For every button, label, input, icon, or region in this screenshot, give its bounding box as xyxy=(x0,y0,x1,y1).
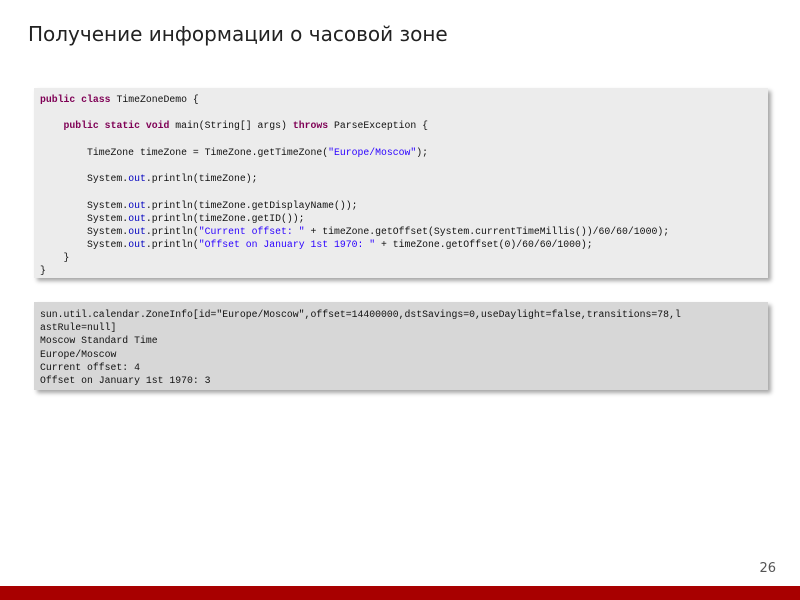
code-field: out xyxy=(128,239,146,251)
code-token: .println( xyxy=(145,225,199,237)
code-field: out xyxy=(128,212,146,224)
code-token: System. xyxy=(40,225,129,237)
slide-title: Получение информации о часовой зоне xyxy=(28,22,448,46)
console-output-line: sun.util.calendar.ZoneInfo[id="Europe/Mo… xyxy=(40,309,681,320)
code-token: System. xyxy=(40,212,129,224)
code-line: public static void main(String[] args) t… xyxy=(40,119,669,132)
code-keyword: throws xyxy=(292,120,329,132)
code-token: .println(timeZone.getID()); xyxy=(145,212,305,224)
console-output-line: Offset on January 1st 1970: 3 xyxy=(40,374,211,386)
code-line: System.out.println("Current offset: " + … xyxy=(40,225,669,238)
console-output-block: sun.util.calendar.ZoneInfo[id="Europe/Mo… xyxy=(34,302,768,390)
console-output-line: astRule=null] xyxy=(40,322,117,334)
footer-bar xyxy=(0,586,800,600)
code-line: } xyxy=(40,251,669,264)
code-line: TimeZone timeZone = TimeZone.getTimeZone… xyxy=(40,146,669,159)
code-token: } xyxy=(40,252,70,264)
console-output-line: Current offset: 4 xyxy=(40,361,140,373)
code-token: .println(timeZone); xyxy=(145,173,258,185)
console-output-lines: sun.util.calendar.ZoneInfo[id="Europe/Mo… xyxy=(40,308,681,387)
code-keyword: public class xyxy=(40,94,111,105)
code-token: ParseException { xyxy=(328,120,429,132)
code-token: .println( xyxy=(145,239,199,251)
code-line: System.out.println("Offset on January 1s… xyxy=(40,238,669,251)
code-field: out xyxy=(128,173,146,185)
code-field: out xyxy=(128,225,146,237)
page-number: 26 xyxy=(759,561,776,576)
console-output-line: Moscow Standard Time xyxy=(40,335,158,347)
code-token: System. xyxy=(40,173,129,185)
code-token: } xyxy=(40,265,46,277)
code-line: System.out.println(timeZone.getID()); xyxy=(40,212,669,225)
code-token: System. xyxy=(40,239,129,251)
code-keyword: public static void xyxy=(63,120,170,132)
code-token: ); xyxy=(416,146,429,158)
code-string: "Current offset: " xyxy=(198,225,305,237)
code-token: + timeZone.getOffset(System.currentTimeM… xyxy=(304,225,670,237)
code-line: System.out.println(timeZone.getDisplayNa… xyxy=(40,199,669,212)
code-line: System.out.println(timeZone); xyxy=(40,172,669,185)
code-line: } xyxy=(40,264,669,277)
code-lines: public class TimeZoneDemo { public stati… xyxy=(40,93,669,278)
code-token: TimeZoneDemo { xyxy=(110,94,199,105)
code-token: + timeZone.getOffset(0)/60/60/1000); xyxy=(375,239,593,251)
console-output-line: Europe/Moscow xyxy=(40,348,117,360)
code-token: main(String[] args) xyxy=(169,120,293,132)
code-block: public class TimeZoneDemo { public stati… xyxy=(34,88,768,278)
code-string: "Europe/Moscow" xyxy=(328,146,417,158)
code-field: out xyxy=(128,199,146,211)
code-token: .println(timeZone.getDisplayName()); xyxy=(145,199,358,211)
code-token: TimeZone timeZone = TimeZone.getTimeZone… xyxy=(40,146,329,158)
code-token: System. xyxy=(40,199,129,211)
code-string: "Offset on January 1st 1970: " xyxy=(198,239,376,251)
code-line: public class TimeZoneDemo { xyxy=(40,93,669,106)
